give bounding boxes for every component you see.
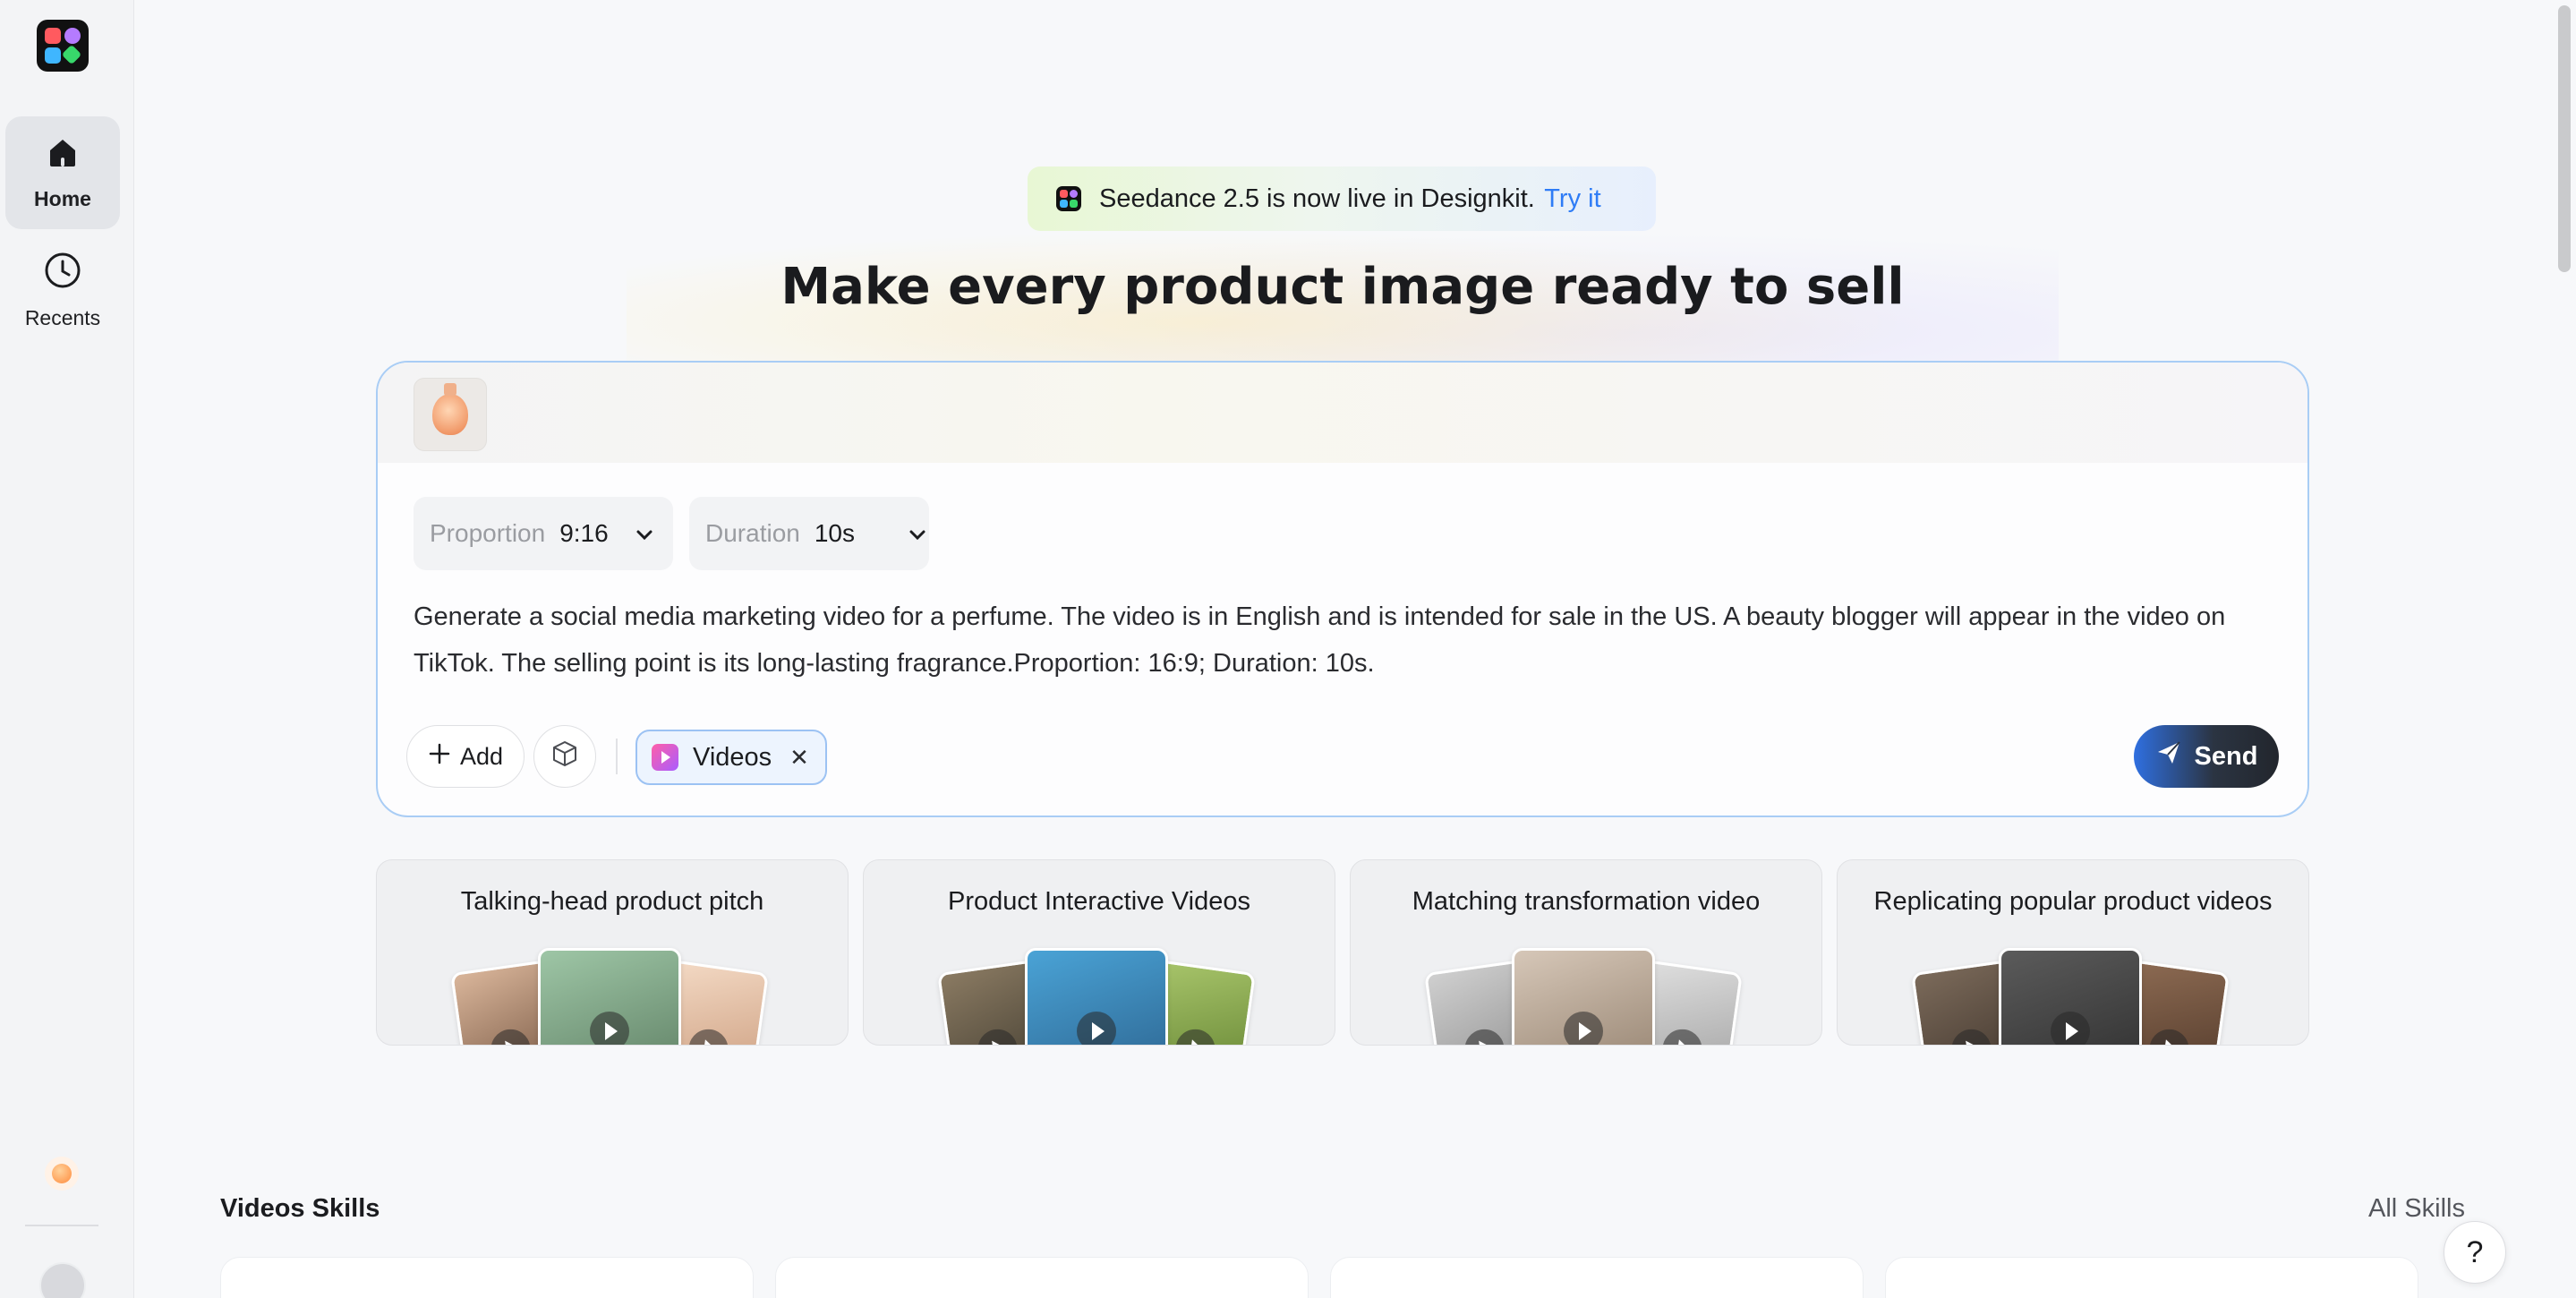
plus-icon bbox=[428, 742, 451, 772]
sidebar-item-label: Home bbox=[34, 187, 91, 210]
send-label: Send bbox=[2194, 741, 2258, 771]
template-preview-stack bbox=[377, 948, 848, 1045]
all-skills-link[interactable]: All Skills bbox=[2368, 1194, 2465, 1224]
template-card-replicating[interactable]: Replicating popular product videos bbox=[1837, 859, 2309, 1046]
scrollbar[interactable] bbox=[2553, 0, 2576, 1298]
play-icon bbox=[1462, 1026, 1507, 1045]
clock-icon bbox=[44, 252, 81, 294]
play-icon bbox=[1949, 1026, 1994, 1045]
play-icon bbox=[488, 1026, 533, 1045]
sidebar-divider bbox=[25, 1225, 98, 1226]
announcement-text: Seedance 2.5 is now live in Designkit. bbox=[1099, 184, 1535, 213]
template-card-talking-head[interactable]: Talking-head product pitch bbox=[376, 859, 849, 1046]
skill-card[interactable] bbox=[1885, 1257, 2418, 1298]
proportion-value: 9:16 bbox=[559, 519, 609, 547]
play-icon bbox=[2051, 1012, 2090, 1045]
page-title-wrap: Make every product image ready to sell bbox=[134, 258, 2551, 316]
perfume-thumbnail[interactable] bbox=[414, 378, 487, 451]
proportion-label: Proportion bbox=[430, 519, 546, 547]
announcement-banner: Seedance 2.5 is now live in Designkit. T… bbox=[1028, 167, 1656, 231]
duration-value: 10s bbox=[814, 519, 855, 547]
attachment-bar bbox=[378, 363, 2307, 463]
cube-icon bbox=[550, 739, 579, 774]
template-preview-stack bbox=[1838, 948, 2308, 1045]
play-icon bbox=[590, 1012, 629, 1045]
play-icon bbox=[2146, 1026, 2192, 1045]
play-icon bbox=[975, 1026, 1020, 1045]
skill-card[interactable] bbox=[775, 1257, 1309, 1298]
close-icon[interactable]: ✕ bbox=[789, 744, 809, 772]
avatar[interactable] bbox=[39, 1262, 86, 1298]
videos-tag-label: Videos bbox=[693, 742, 772, 772]
template-card-title: Replicating popular product videos bbox=[1873, 887, 2273, 916]
sidebar-item-label: Recents bbox=[24, 306, 101, 329]
designkit-logo-icon bbox=[1056, 186, 1081, 211]
help-button[interactable]: ? bbox=[2444, 1221, 2506, 1284]
play-icon bbox=[1564, 1012, 1603, 1045]
template-preview-stack bbox=[1351, 948, 1821, 1045]
template-card-title: Matching transformation video bbox=[1412, 887, 1761, 916]
template-card-title: Product Interactive Videos bbox=[948, 887, 1250, 916]
template-card-title: Talking-head product pitch bbox=[460, 887, 764, 916]
section-title-videos-skills: Videos Skills bbox=[220, 1194, 380, 1223]
template-preview-stack bbox=[864, 948, 1335, 1045]
send-button[interactable]: Send bbox=[2134, 725, 2279, 788]
scrollbar-thumb[interactable] bbox=[2558, 5, 2571, 272]
videos-tag[interactable]: Videos ✕ bbox=[635, 730, 827, 785]
home-icon bbox=[45, 134, 81, 175]
sidebar: Home Recents bbox=[0, 0, 134, 1298]
play-icon bbox=[686, 1026, 731, 1045]
app-logo[interactable] bbox=[37, 20, 89, 72]
video-icon bbox=[652, 744, 678, 771]
prompt-composer: Proportion 9:16 Duration 10s Generate a … bbox=[376, 361, 2309, 817]
sidebar-item-recents[interactable]: Recents bbox=[5, 235, 120, 347]
product-3d-button[interactable] bbox=[533, 725, 596, 788]
skill-card[interactable] bbox=[1330, 1257, 1864, 1298]
try-it-link[interactable]: Try it bbox=[1544, 184, 1600, 213]
play-icon bbox=[1173, 1026, 1218, 1045]
skill-card[interactable] bbox=[220, 1257, 754, 1298]
prompt-input[interactable]: Generate a social media marketing video … bbox=[414, 593, 2275, 687]
add-button[interactable]: Add bbox=[406, 725, 525, 788]
play-icon bbox=[1659, 1026, 1705, 1045]
add-label: Add bbox=[459, 742, 504, 770]
chevron-down-icon bbox=[635, 519, 653, 548]
credits-icon[interactable] bbox=[45, 1157, 79, 1191]
proportion-select[interactable]: Proportion 9:16 bbox=[414, 497, 673, 570]
template-card-interactive[interactable]: Product Interactive Videos bbox=[863, 859, 1335, 1046]
sidebar-item-home[interactable]: Home bbox=[5, 116, 120, 229]
send-icon bbox=[2155, 739, 2182, 773]
template-card-transformation[interactable]: Matching transformation video bbox=[1350, 859, 1822, 1046]
duration-label: Duration bbox=[705, 519, 800, 547]
duration-select[interactable]: Duration 10s bbox=[689, 497, 929, 570]
page-title: Make every product image ready to sell bbox=[780, 258, 1905, 316]
chevron-down-icon bbox=[908, 519, 926, 548]
play-icon bbox=[1077, 1012, 1116, 1045]
toolbar-divider bbox=[616, 739, 618, 774]
